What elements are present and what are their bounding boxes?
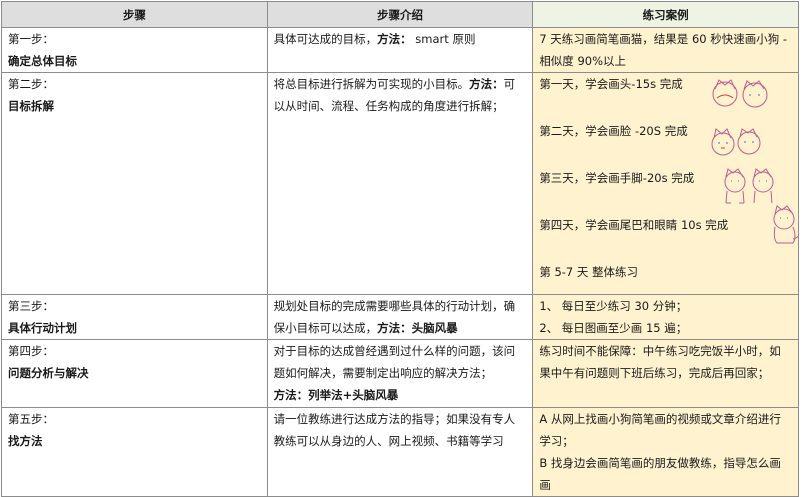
step-cell: 第一步： 确定总体目标 [1, 27, 268, 73]
table-row: 第二步： 目标拆解 将总目标进行拆解为可实现的小目标。方法：可以从时间、流程、任… [1, 72, 799, 295]
day-item: 第二天，学会画脸 -20S 完成 [539, 120, 792, 167]
method-value: 列举法+头脑风暴 [308, 388, 399, 402]
step-cell: 第五步： 找方法 [1, 407, 268, 497]
method-label: 方法： [377, 32, 412, 46]
method-label: 方法： [469, 77, 504, 91]
step-name: 目标拆解 [8, 99, 54, 113]
table-row: 第四步： 问题分析与解决 对于目标的达成曾经遇到过什么样的问题，该问题如何解决，… [1, 339, 799, 408]
case-cell: 第一天，学会画头-15s 完成 第二天，学会画脸 -20S 完成 第三天，学会画… [532, 72, 799, 295]
day-item: 第三天，学会画手脚-20s 完成 [539, 167, 792, 214]
table-row: 第五步： 找方法 请一位教练进行达成方法的指导；如果没有专人教练可以从身边的人、… [1, 407, 799, 497]
case-text: 7 天练习画简笔画猫，结果是 60 秒快速画小狗 -相似度 90%以上 [539, 32, 788, 68]
step-name: 问题分析与解决 [8, 366, 89, 380]
intro-cell: 将总目标进行拆解为可实现的小目标。方法：可以从时间、流程、任务构成的角度进行拆解… [266, 72, 534, 295]
step-name: 找方法 [8, 434, 43, 448]
case-cell: 7 天练习画简笔画猫，结果是 60 秒快速画小狗 -相似度 90%以上 [532, 27, 799, 73]
intro-text: 具体可达成的目标， [273, 32, 378, 46]
final-practice: 第 5-7 天 整体练习 [539, 265, 639, 279]
header-case: 练习案例 [532, 1, 799, 28]
cat-paws-sketch [724, 168, 774, 204]
header-intro: 步骤介绍 [266, 1, 534, 28]
method-value: smart 原则 [411, 32, 476, 46]
case-line: 2、 每日图画至少画 15 遍； [539, 321, 688, 335]
intro-cell: 对于目标的达成曾经遇到过什么样的问题，该问题如何解决，需要制定出响应的解决方法；… [266, 339, 534, 408]
step-number: 第三步： [8, 299, 54, 313]
case-text: 练习时间不能保障：中午练习吃完饭半小时，如果中午有问题则下班后练习，完成后再回家… [539, 344, 781, 380]
day-text: 第二天，学会画脸 -20S 完成 [539, 124, 688, 138]
method-label: 方法： [273, 388, 309, 402]
table-row: 第一步： 确定总体目标 具体可达成的目标，方法： smart 原则 7 天练习画… [1, 27, 799, 73]
plan-table: 步骤 步骤介绍 练习案例 第一步： 确定总体目标 具体可达成的目标，方法： sm… [1, 1, 799, 497]
step-number: 第一步： [8, 32, 54, 46]
case-cell: 练习时间不能保障：中午练习吃完饭半小时，如果中午有问题则下班后练习，完成后再回家… [532, 339, 799, 408]
step-name: 确定总体目标 [8, 54, 77, 68]
step-number: 第四步： [8, 344, 54, 358]
case-line: 1、 每日至少练习 30 分钟； [539, 299, 688, 313]
step-cell: 第二步： 目标拆解 [1, 72, 268, 295]
case-line: A 从网上找画小狗简笔画的视频或文章介绍进行学习； [539, 412, 781, 448]
method-label: 方法： [377, 321, 412, 335]
case-cell: 1、 每日至少练习 30 分钟； 2、 每日图画至少画 15 遍； [532, 294, 799, 340]
day-text: 第一天，学会画头-15s 完成 [539, 77, 683, 91]
day-item: 第一天，学会画头-15s 完成 [539, 74, 792, 121]
cat-face-sketch [711, 128, 761, 156]
day-item: 第四天，学会画尾巴和眼睛 10s 完成 [539, 205, 798, 261]
case-cell: A 从网上找画小狗简笔画的视频或文章介绍进行学习； B 找身边会画简笔画的朋友做… [532, 407, 799, 497]
intro-cell: 规划处目标的完成需要哪些具体的行动计划，确保小目标可以达成，方法：头脑风暴 [266, 294, 534, 340]
table-row: 第三步： 具体行动计划 规划处目标的完成需要哪些具体的行动计划，确保小目标可以达… [1, 294, 799, 340]
step-cell: 第三步： 具体行动计划 [1, 294, 268, 340]
cat-full-sketch [773, 205, 798, 244]
intro-cell: 具体可达成的目标，方法： smart 原则 [266, 27, 534, 73]
step-cell: 第四步： 问题分析与解决 [1, 339, 268, 408]
header-row: 步骤 步骤介绍 练习案例 [1, 1, 799, 28]
intro-cell: 请一位教练进行达成方法的指导；如果没有专人教练可以从身边的人、网上视频、书籍等学… [266, 407, 534, 497]
case-line: B 找身边会画简笔画的朋友做教练，指导怎么画画 [539, 456, 781, 492]
header-step: 步骤 [1, 1, 268, 28]
day-text: 第三天，学会画手脚-20s 完成 [539, 171, 695, 185]
intro-text: 对于目标的达成曾经遇到过什么样的问题，该问题如何解决，需要制定出响应的解决方法； [273, 344, 516, 380]
cat-head-sketch [712, 79, 768, 108]
step-number: 第二步： [8, 77, 54, 91]
intro-text: 请一位教练进行达成方法的指导；如果没有专人教练可以从身边的人、网上视频、书籍等学… [273, 412, 516, 448]
method-value: 头脑风暴 [411, 321, 458, 335]
day-text: 第四天，学会画尾巴和眼睛 10s 完成 [539, 218, 729, 232]
step-number: 第五步： [8, 412, 54, 426]
step-name: 具体行动计划 [8, 321, 77, 335]
intro-text: 将总目标进行拆解为可实现的小目标。 [273, 77, 470, 91]
